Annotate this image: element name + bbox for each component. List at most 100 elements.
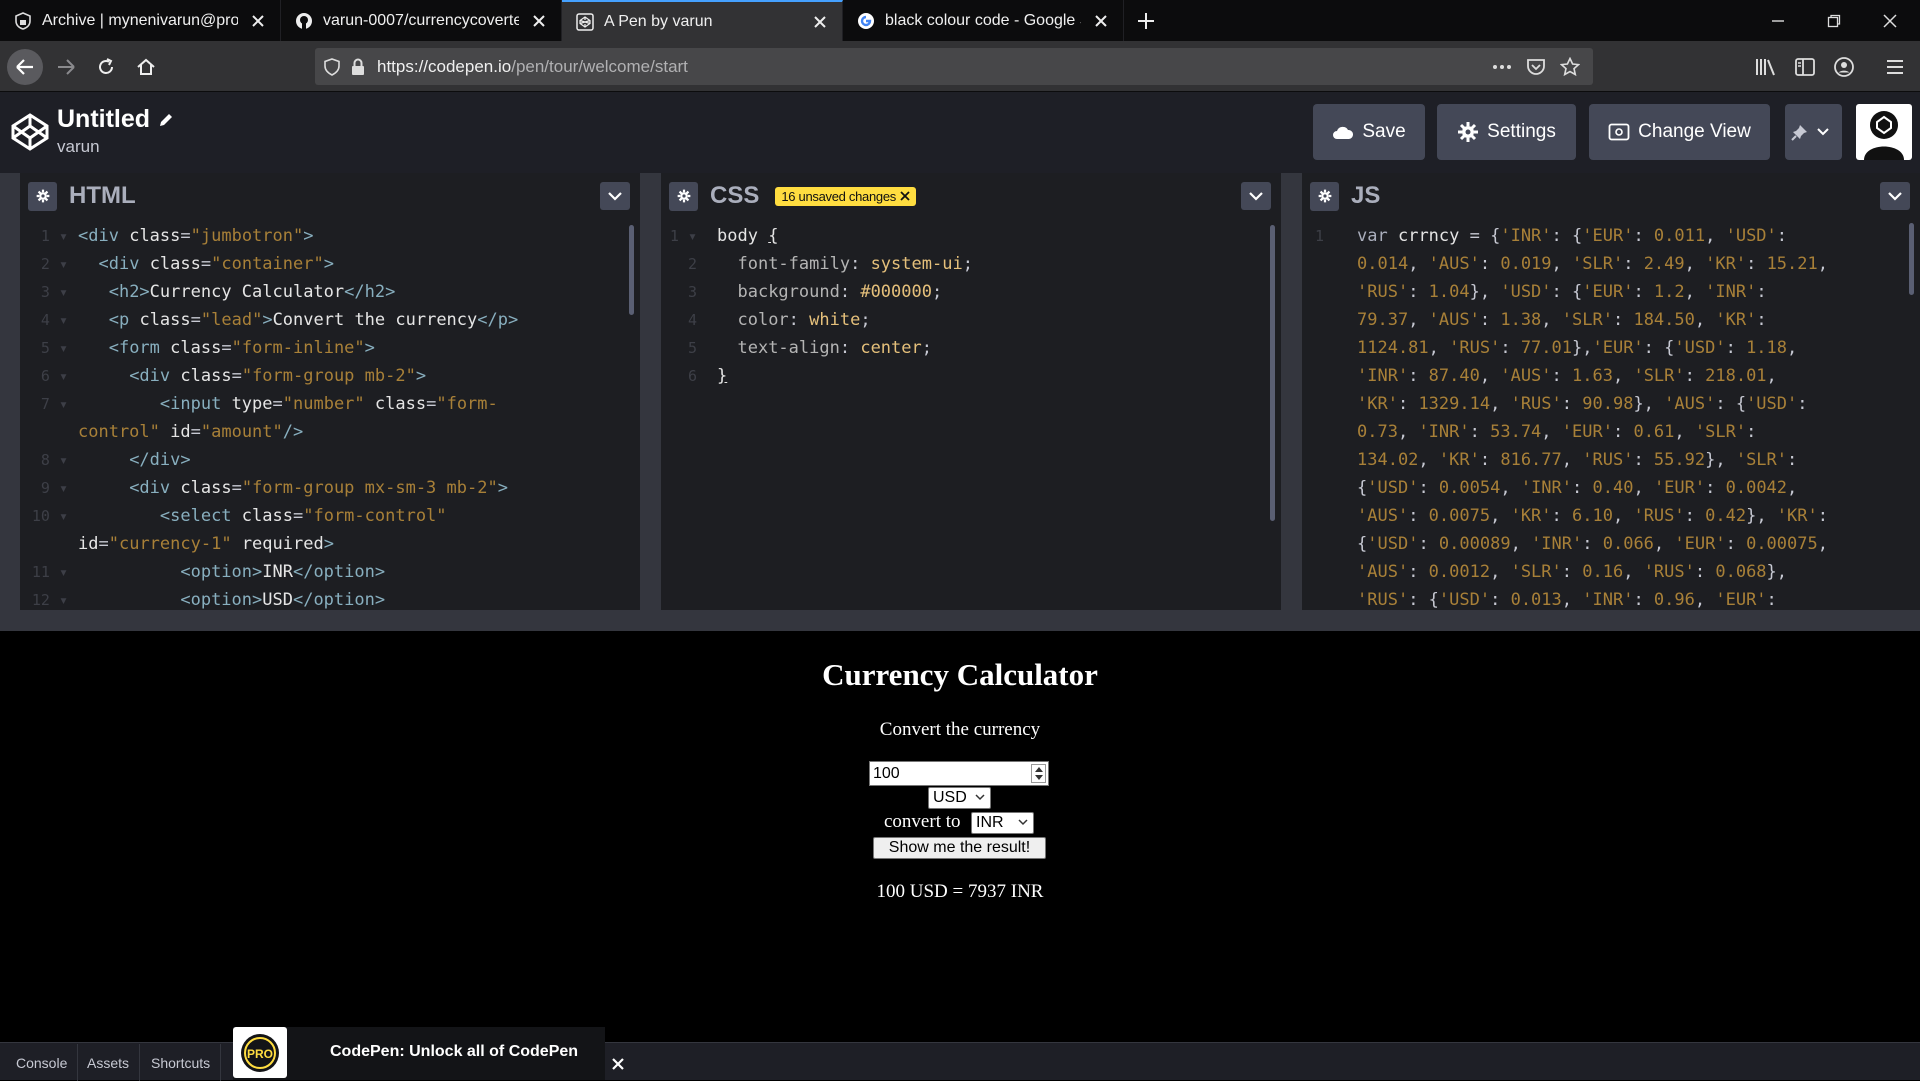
close-tab-icon[interactable]: [810, 12, 830, 32]
code-line: var crrncy = {'INR': {'EUR': 0.011, 'USD…: [1357, 226, 1788, 246]
to-currency-select[interactable]: INR: [971, 812, 1034, 834]
from-currency-select[interactable]: USD: [928, 787, 991, 809]
change-view-button[interactable]: Change View: [1589, 104, 1770, 160]
pen-author[interactable]: varun: [57, 137, 100, 157]
layout-icon: [1608, 123, 1630, 141]
to-currency-value: INR: [976, 814, 1004, 831]
codepen-logo-icon[interactable]: [10, 112, 50, 152]
css-code-editor[interactable]: 1 ▾ body { 2 font-family: system-ui; 3 ba…: [661, 219, 1281, 610]
close-tab-icon[interactable]: [1091, 11, 1111, 31]
code-line: <h2>Currency Calculator</h2>: [108, 282, 396, 302]
amount-value: 100: [873, 765, 900, 782]
settings-button[interactable]: Settings: [1437, 104, 1576, 160]
code-line: <option>USD</option>: [180, 590, 386, 610]
line-number: 6: [687, 367, 697, 385]
js-pane-title: JS: [1351, 182, 1381, 209]
browser-tab-bar: Archive | mynenivarun@proton varun-0007/…: [0, 0, 1920, 41]
spin-up-icon[interactable]: [1034, 766, 1043, 772]
line-number: 12 ▾: [31, 591, 68, 609]
back-button[interactable]: [7, 49, 43, 85]
preview-resize-handle[interactable]: [0, 610, 1920, 631]
html-settings-button[interactable]: [28, 181, 57, 211]
new-tab-button[interactable]: [1124, 0, 1168, 41]
pen-title[interactable]: Untitled: [57, 105, 174, 134]
html-code-editor[interactable]: 1 ▾ <div class="jumbotron"> 2 ▾ <div clas…: [20, 219, 640, 610]
line-number: 5: [687, 339, 697, 357]
code-line: id="currency-1" required>: [78, 534, 334, 554]
library-icon[interactable]: [1754, 55, 1778, 79]
menu-icon[interactable]: [1883, 55, 1907, 79]
shield-icon[interactable]: [319, 54, 345, 80]
browser-tab-proton[interactable]: Archive | mynenivarun@proton: [0, 0, 281, 41]
code-line: 'AUS': 0.0012, 'SLR': 0.16, 'RUS': 0.068…: [1357, 562, 1788, 582]
code-line: }: [717, 366, 728, 386]
home-button[interactable]: [128, 49, 164, 85]
preview-frame: Currency Calculator Convert the currency…: [0, 631, 1920, 1042]
shortcuts-button[interactable]: Shortcuts: [141, 1044, 222, 1081]
browser-tab-codepen[interactable]: A Pen by varun: [562, 0, 843, 41]
edit-pencil-icon[interactable]: [158, 112, 174, 128]
lock-icon[interactable]: [345, 54, 371, 80]
code-line: <option>INR</option>: [180, 562, 386, 582]
proton-mail-icon: [14, 11, 32, 30]
gear-icon: [1458, 122, 1479, 142]
scrollbar[interactable]: [629, 225, 634, 315]
spin-down-icon[interactable]: [1034, 775, 1043, 781]
minimize-button[interactable]: [1750, 0, 1806, 41]
code-line: </div>: [129, 450, 191, 470]
from-currency-value: USD: [933, 789, 967, 806]
sidebar-icon[interactable]: [1793, 55, 1817, 79]
restore-button[interactable]: [1806, 0, 1862, 41]
close-window-button[interactable]: [1862, 0, 1918, 41]
scrollbar[interactable]: [1909, 223, 1914, 295]
amount-input[interactable]: 100: [869, 761, 1049, 786]
pocket-icon[interactable]: [1523, 54, 1549, 80]
google-icon: [857, 12, 875, 30]
pro-promo-banner[interactable]: PRO CodePen: Unlock all of CodePen: [233, 1027, 605, 1080]
address-bar[interactable]: https://codepen.io/pen/tour/welcome/star…: [315, 48, 1593, 85]
js-pane-header: JS: [1302, 173, 1920, 219]
number-spinner[interactable]: [1031, 764, 1046, 783]
chevron-down-icon: [975, 794, 985, 801]
scrollbar[interactable]: [1270, 225, 1275, 521]
code-line: background: #000000;: [737, 282, 943, 302]
line-number: 10 ▾: [31, 507, 68, 525]
close-promo-icon[interactable]: [606, 1052, 630, 1076]
settings-label: Settings: [1487, 121, 1556, 142]
browser-tab-github[interactable]: varun-0007/currencycoverter: [281, 0, 562, 41]
css-pane-header: CSS 16 unsaved changes: [661, 173, 1281, 219]
save-button[interactable]: Save: [1313, 104, 1425, 160]
unsaved-changes-badge[interactable]: 16 unsaved changes: [775, 186, 916, 206]
code-line: 'INR': 87.40, 'AUS': 1.63, 'SLR': 218.01…: [1357, 366, 1777, 386]
html-collapse-button[interactable]: [600, 182, 630, 210]
show-result-button[interactable]: Show me the result!: [873, 837, 1046, 859]
url-path: /pen/tour/welcome/start: [511, 56, 688, 76]
chevron-down-icon: [1888, 191, 1902, 201]
browser-tab-google[interactable]: black colour code - Google Se: [843, 0, 1124, 41]
pin-dropdown-button[interactable]: [1785, 104, 1842, 160]
code-line: <p class="lead">Convert the currency</p>: [108, 310, 519, 330]
code-line: <div class="form-group mb-2">: [129, 366, 427, 386]
account-icon[interactable]: [1832, 55, 1856, 79]
gear-icon: [36, 189, 49, 203]
reload-button[interactable]: [88, 49, 124, 85]
js-settings-button[interactable]: [1310, 181, 1339, 211]
code-line: text-align: center;: [737, 338, 932, 358]
console-button[interactable]: Console: [6, 1044, 79, 1081]
forward-button[interactable]: [48, 49, 84, 85]
assets-button[interactable]: Assets: [77, 1044, 141, 1081]
bookmark-star-icon[interactable]: [1557, 54, 1583, 80]
more-actions-icon[interactable]: [1489, 54, 1515, 80]
css-settings-button[interactable]: [669, 181, 698, 211]
close-tab-icon[interactable]: [248, 11, 268, 31]
code-line: {'USD': 0.00089, 'INR': 0.066, 'EUR': 0.…: [1357, 534, 1828, 554]
close-tab-icon[interactable]: [529, 11, 549, 31]
css-collapse-button[interactable]: [1241, 182, 1271, 210]
github-icon: [295, 12, 313, 30]
dismiss-icon[interactable]: [900, 191, 910, 201]
js-collapse-button[interactable]: [1880, 182, 1910, 210]
code-line: color: white;: [737, 310, 871, 330]
js-code-editor[interactable]: 1 var crrncy = {'INR': {'EUR': 0.011, 'U…: [1302, 219, 1920, 610]
chevron-down-icon: [1249, 191, 1263, 201]
avatar[interactable]: [1856, 104, 1912, 160]
